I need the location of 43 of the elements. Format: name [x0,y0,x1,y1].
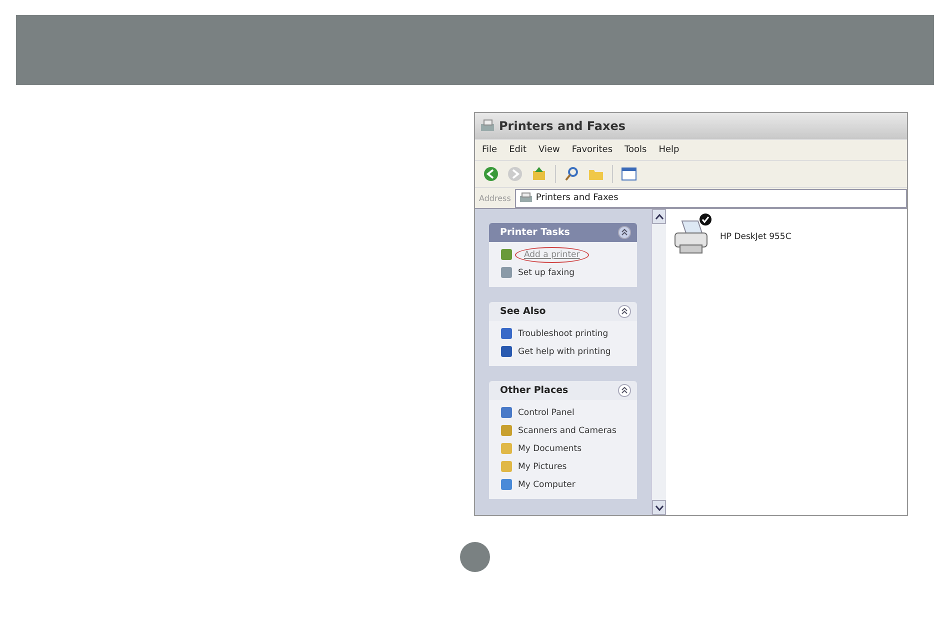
views-icon[interactable] [621,166,637,182]
pane-title: Other Places [500,385,568,396]
task-link[interactable]: My Pictures [518,462,567,472]
printer-icon [480,119,496,133]
task-icon [500,406,513,419]
pane-header[interactable]: Printer Tasks [489,223,637,242]
task-icon [500,248,513,261]
task-icon [500,478,513,491]
task-link[interactable]: My Documents [518,444,582,454]
menu-item[interactable]: Help [658,145,680,155]
task-link[interactable]: Control Panel [518,408,574,418]
menu-item[interactable]: View [538,145,560,155]
pane-header[interactable]: Other Places [489,381,637,400]
collapse-icon[interactable] [618,384,631,397]
menu-item[interactable]: File [482,145,498,155]
pane-title: Printer Tasks [500,227,570,238]
scrollbar[interactable] [651,209,666,515]
search-icon[interactable] [564,166,580,182]
task-link[interactable]: Get help with printing [518,346,611,356]
back-icon[interactable] [483,166,499,182]
task-link[interactable]: My Computer [518,480,576,490]
folder-up-icon[interactable] [531,166,547,182]
task-link[interactable]: Set up faxing [518,268,575,278]
address-label: Address [479,194,511,202]
pane-title: See Also [500,306,546,317]
collapse-icon[interactable] [618,305,631,318]
collapse-icon[interactable] [618,226,631,239]
menu-item[interactable]: Tools [624,145,647,155]
task-icon [500,266,513,279]
menu-item[interactable]: Favorites [572,145,613,155]
scroll-down-icon[interactable] [652,500,666,515]
printer-icon [518,192,533,204]
window-title: Printers and Faxes [499,119,626,133]
address-field[interactable]: Printers and Faxes [514,188,907,208]
task-icon [500,345,513,358]
printer-name[interactable]: HP DeskJet 955C [720,232,792,242]
task-link[interactable]: Troubleshoot printing [518,328,608,338]
pane-header[interactable]: See Also [489,302,637,321]
task-icon [500,424,513,437]
menu-item[interactable]: Edit [509,145,526,155]
task-link[interactable]: Scanners and Cameras [518,426,616,436]
scroll-up-icon[interactable] [652,209,666,224]
page-dot [460,542,490,572]
